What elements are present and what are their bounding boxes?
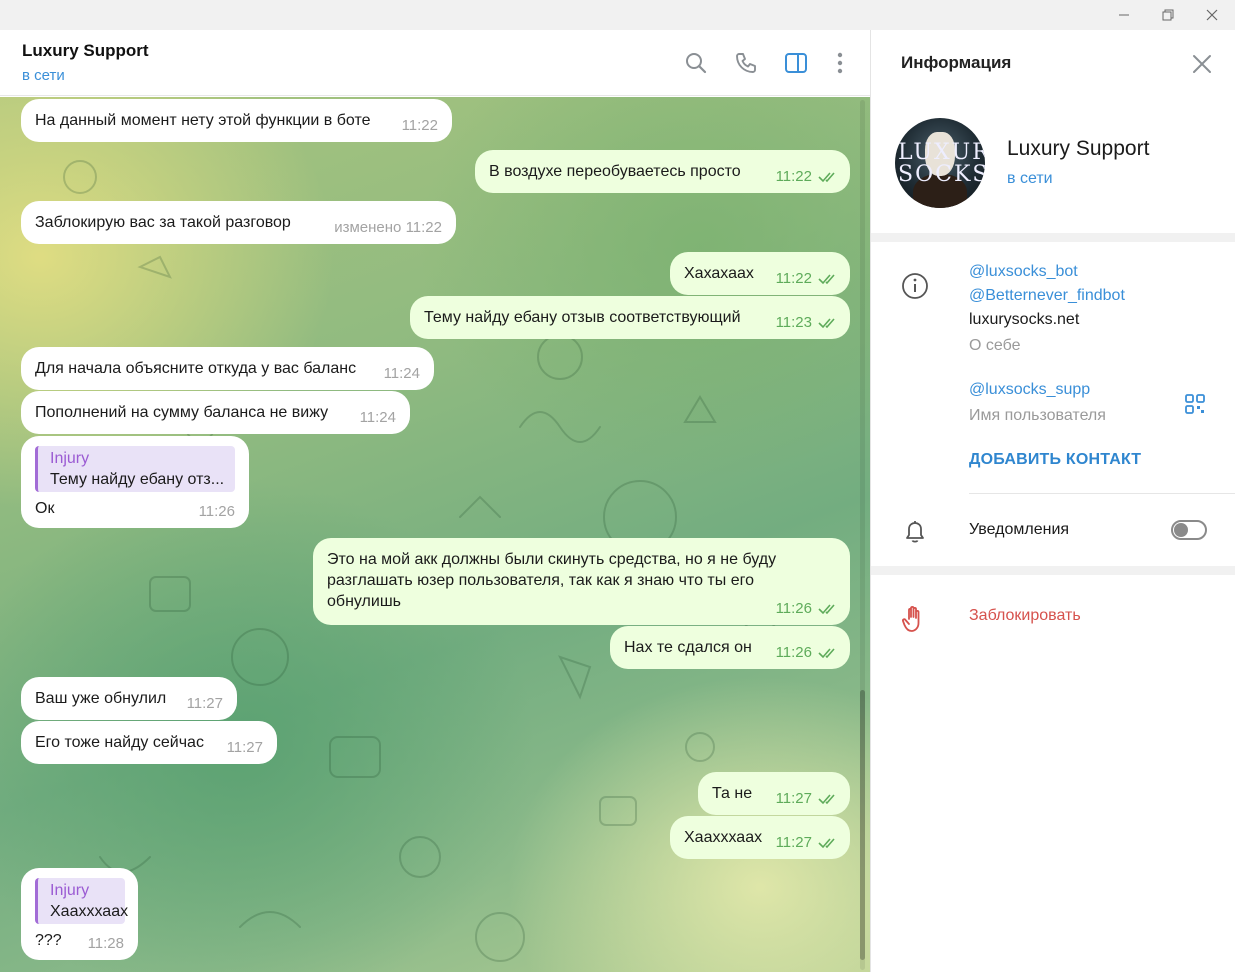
restore-icon[interactable]: [1145, 0, 1191, 30]
message-text: Тему найду ебану отзыв соответствующий: [424, 309, 741, 326]
profile-status: в сети: [1007, 170, 1053, 187]
message-text: В воздухе переобуваетесь просто: [489, 163, 741, 180]
chat-scrollbar-thumb[interactable]: [860, 690, 865, 960]
avatar[interactable]: LUXURY SOCKS: [895, 118, 985, 208]
qr-code-icon[interactable]: [1185, 394, 1205, 419]
section-divider: [871, 233, 1235, 242]
message-time: 11:24: [383, 365, 420, 382]
section-divider: [871, 566, 1235, 575]
message-time: 11:23: [775, 314, 812, 331]
message-outgoing[interactable]: Это на мой акк должны были скинуть средс…: [313, 538, 850, 625]
reply-author: Injury: [50, 882, 90, 899]
message-time: 11:22: [775, 168, 812, 185]
double-check-icon: [818, 793, 840, 805]
message-time: изменено 11:22: [334, 219, 442, 236]
message-time: 11:26: [198, 503, 235, 520]
reply-text: Хаахххаах: [50, 903, 129, 920]
sidebar-toggle-icon[interactable]: [783, 50, 809, 76]
message-incoming[interactable]: Заблокирую вас за такой разговор изменен…: [21, 201, 456, 244]
message-outgoing[interactable]: Тему найду ебану отзыв соответствующий 1…: [410, 296, 850, 339]
message-text: На данный момент нету этой функции в бот…: [35, 112, 371, 129]
info-panel-title: Информация: [901, 53, 1012, 72]
message-time: 11:28: [87, 935, 124, 952]
message-text: Хаахххаах: [684, 829, 763, 846]
bio-link[interactable]: @Betternever_findbot: [969, 287, 1125, 305]
double-check-icon: [818, 647, 840, 659]
message-text: Хахахаах: [684, 265, 754, 282]
message-outgoing[interactable]: Хахахаах 11:22: [670, 252, 850, 295]
message-time: 11:27: [775, 790, 812, 807]
more-vertical-icon[interactable]: [827, 50, 853, 76]
message-text: Заблокирую вас за такой разговор: [35, 214, 291, 231]
search-icon[interactable]: [683, 50, 709, 76]
message-incoming[interactable]: Для начала объясните откуда у вас баланс…: [21, 347, 434, 390]
double-check-icon: [818, 837, 840, 849]
message-time: 11:27: [226, 739, 263, 756]
message-incoming-reply[interactable]: Injury Тему найду ебану отз... Ок 11:26: [21, 436, 249, 528]
message-outgoing[interactable]: Хаахххаах 11:27: [670, 816, 850, 859]
avatar-logo-text: SOCKS: [898, 162, 985, 187]
chat-header: Luxury Support в сети: [0, 30, 870, 96]
message-outgoing[interactable]: Та не 11:27: [698, 772, 850, 815]
bio-site[interactable]: luxurysocks.net: [969, 311, 1079, 329]
double-check-icon: [818, 317, 840, 329]
message-outgoing[interactable]: В воздухе переобуваетесь просто 11:22: [475, 150, 850, 193]
message-incoming[interactable]: На данный момент нету этой функции в бот…: [21, 99, 452, 142]
message-outgoing[interactable]: Нах те сдался он 11:26: [610, 626, 850, 669]
message-text: Ваш уже обнулил: [35, 690, 167, 707]
message-time: 11:26: [775, 600, 812, 617]
message-time: 11:27: [186, 695, 223, 712]
message-time: 11:22: [401, 117, 438, 134]
hand-stop-icon: [901, 604, 929, 639]
username-label: Имя пользователя: [969, 407, 1106, 424]
reply-text: Тему найду ебану отз...: [50, 471, 225, 488]
info-icon: [901, 272, 929, 305]
add-contact-button[interactable]: ДОБАВИТЬ КОНТАКТ: [969, 451, 1141, 469]
username-link[interactable]: @luxsocks_supp: [969, 381, 1090, 399]
bio-label: О себе: [969, 337, 1021, 354]
info-panel: Информация LUXURY SOCKS Luxury Support в…: [870, 30, 1235, 972]
message-incoming[interactable]: Ваш уже обнулил 11:27: [21, 677, 237, 720]
message-text: Для начала объясните откуда у вас баланс: [35, 360, 357, 377]
message-text: Пополнений на сумму баланса не вижу: [35, 404, 329, 421]
double-check-icon: [818, 273, 840, 285]
message-incoming[interactable]: Его тоже найду сейчас 11:27: [21, 721, 277, 764]
message-time: 11:27: [775, 834, 812, 851]
reply-author: Injury: [50, 450, 90, 467]
close-icon[interactable]: [1189, 51, 1215, 77]
reply-quote[interactable]: Injury Хаахххаах: [35, 878, 129, 924]
message-time: 11:22: [775, 270, 812, 287]
block-button[interactable]: Заблокировать: [969, 607, 1081, 625]
window-titlebar: [0, 0, 1235, 30]
double-check-icon: [818, 171, 840, 183]
bio-link[interactable]: @luxsocks_bot: [969, 263, 1078, 281]
chat-title[interactable]: Luxury Support: [22, 41, 149, 61]
message-incoming-reply[interactable]: Injury Хаахххаах ??? 11:28: [21, 868, 138, 960]
double-check-icon: [818, 603, 840, 615]
message-text: Та не: [712, 785, 753, 802]
notifications-label: Уведомления: [969, 521, 1070, 538]
minimize-icon[interactable]: [1101, 0, 1147, 30]
message-time: 11:26: [775, 644, 812, 661]
message-text: Это на мой акк должны были скинуть средс…: [327, 551, 777, 610]
message-incoming[interactable]: Пополнений на сумму баланса не вижу 11:2…: [21, 391, 410, 434]
phone-icon[interactable]: [733, 50, 759, 76]
message-text: Нах те сдался он: [624, 639, 752, 656]
message-text: Его тоже найду сейчас: [35, 734, 204, 751]
close-icon[interactable]: [1189, 0, 1235, 30]
chat-status: в сети: [22, 67, 65, 84]
profile-name: Luxury Support: [1007, 137, 1150, 160]
reply-quote[interactable]: Injury Тему найду ебану отз...: [35, 446, 235, 492]
message-text: ???: [35, 932, 62, 949]
bell-icon: [901, 518, 929, 551]
message-text: Ок: [35, 500, 55, 517]
notifications-toggle[interactable]: [1171, 520, 1207, 540]
message-time: 11:24: [359, 409, 396, 426]
divider: [969, 493, 1235, 494]
